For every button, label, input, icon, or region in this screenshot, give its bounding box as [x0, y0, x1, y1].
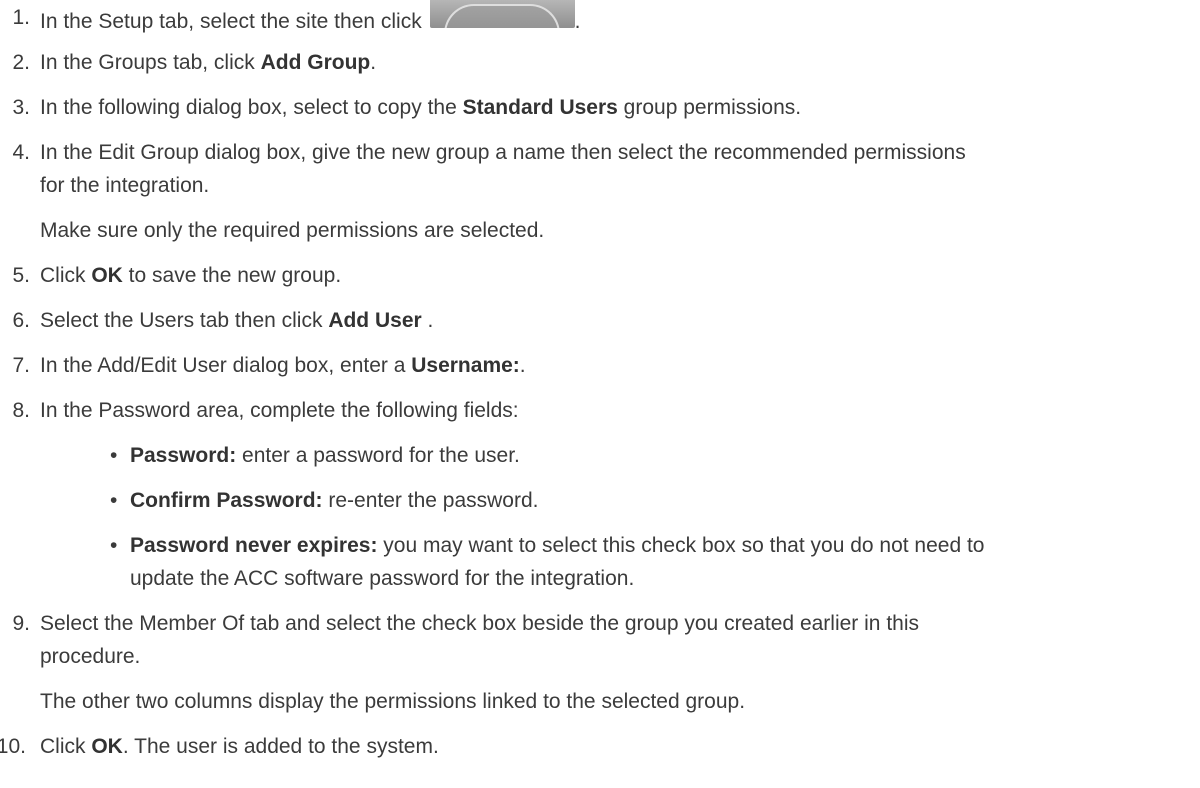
bullet-dot: •	[110, 534, 118, 557]
bullet-item: • Confirm Password: re-enter the password…	[110, 487, 1192, 515]
step-text-line2: procedure.	[40, 645, 141, 668]
step-text-before: In the following dialog box, select to c…	[40, 96, 463, 119]
step-number: 5.	[12, 264, 30, 287]
step-text-bold: Username:	[411, 354, 520, 377]
bullet-item: • Password: enter a password for the user…	[110, 442, 1192, 470]
step-text-line1: Select the Member Of tab and select the …	[40, 612, 919, 635]
step-number: 10.	[0, 735, 26, 758]
field-description: re-enter the password.	[322, 489, 539, 512]
step-number: 4.	[12, 141, 30, 164]
step-number: 3.	[12, 96, 30, 119]
field-description: enter a password for the user.	[236, 444, 520, 467]
step-text-before: In the Add/Edit User dialog box, enter a	[40, 354, 412, 377]
step-text-before: Click	[40, 735, 92, 758]
step-note: Make sure only the required permissions …	[40, 219, 545, 242]
step-text: In the Add/Edit User dialog box, enter a…	[40, 352, 1192, 380]
step-text-bold: Standard Users	[462, 96, 618, 119]
step-text-line1: In the Edit Group dialog box, give the n…	[40, 141, 966, 164]
step-text-after: .	[519, 354, 526, 377]
step-text: In the Groups tab, click Add Group.	[40, 49, 1192, 77]
step-text-after: .	[574, 10, 581, 33]
step-number: 6.	[12, 309, 30, 332]
step-text-after: group permissions.	[617, 96, 802, 119]
step-text-bold: Add Group	[260, 51, 371, 74]
field-name: Password never expires:	[130, 534, 378, 557]
step-text-before: In the Groups tab, click	[40, 51, 261, 74]
bullet-dot: •	[110, 444, 118, 467]
step-text-bold: OK	[91, 264, 123, 287]
step-text-line2: for the integration.	[40, 174, 210, 197]
bullet-item: • Password never expires: you may want to…	[110, 532, 1192, 560]
step-text: In the Setup tab, select the site then c…	[40, 0, 1192, 36]
step-text: In the Password area, complete the follo…	[40, 399, 519, 422]
step-text-before: Click	[40, 264, 92, 287]
step-note: The other two columns display the permis…	[40, 690, 746, 713]
field-name: Password:	[130, 444, 237, 467]
step-number: 8.	[12, 399, 30, 422]
field-description-line2: update the ACC software password for the…	[130, 567, 635, 590]
field-name: Confirm Password:	[130, 489, 323, 512]
step-text: In the following dialog box, select to c…	[40, 94, 1192, 122]
step-text-bold: OK	[91, 735, 123, 758]
step-text-after: . The user is added to the system.	[122, 735, 439, 758]
step-text: Click OK to save the new group.	[40, 262, 1192, 290]
step-text-after: .	[370, 51, 377, 74]
step-text-after: to save the new group.	[122, 264, 342, 287]
step-number: 2.	[12, 51, 30, 74]
step-text: Click OK. The user is added to the syste…	[40, 733, 1192, 761]
site-button-icon	[429, 0, 575, 28]
step-text-bold: Add User	[328, 309, 422, 332]
step-text-before: In the Setup tab, select the site then c…	[40, 10, 422, 33]
step-number: 9.	[12, 612, 30, 635]
step-number: 7.	[12, 354, 30, 377]
step-text-after: .	[421, 309, 434, 332]
bullet-dot: •	[110, 489, 118, 512]
step-text: Select the Users tab then click Add User…	[40, 307, 1192, 335]
step-number: 1.	[12, 6, 30, 29]
field-description: you may want to select this check box so…	[377, 534, 985, 557]
step-text-before: Select the Users tab then click	[40, 309, 329, 332]
